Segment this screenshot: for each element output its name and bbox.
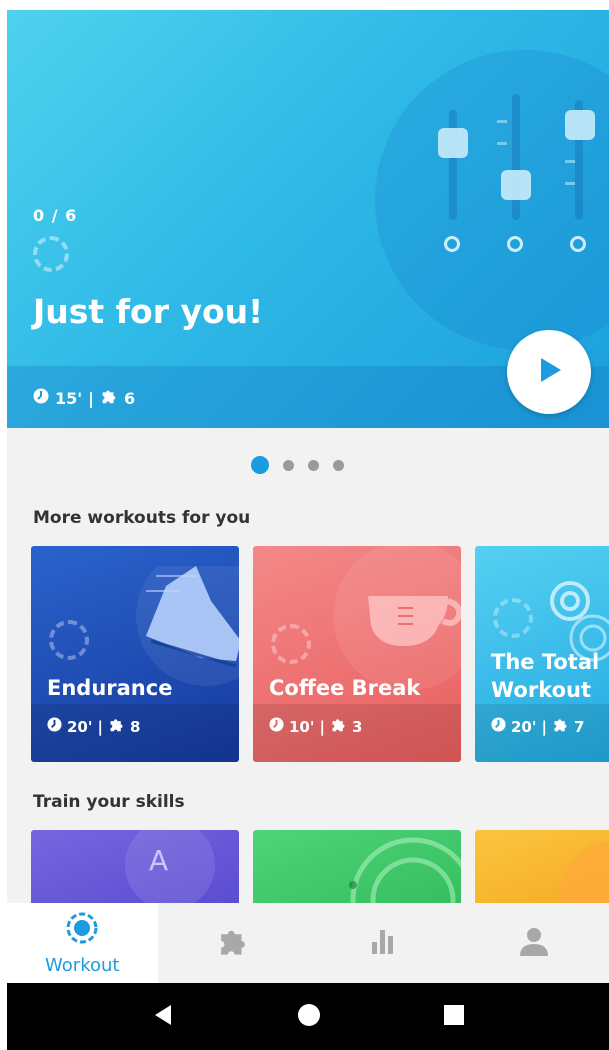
clock-icon	[269, 717, 284, 736]
slider-knob	[501, 170, 531, 200]
app-screen: 0 / 6 Just for you! 15' | 6 More workout…	[7, 10, 609, 1050]
clock-icon	[33, 388, 49, 408]
meta-separator: |	[541, 717, 547, 736]
meta-separator: |	[319, 717, 325, 736]
nav-stats[interactable]	[308, 903, 459, 983]
pager-dot[interactable]	[308, 459, 319, 471]
card-duration: 10'	[289, 717, 315, 736]
workout-card-endurance[interactable]: Endurance 20' | 8	[31, 546, 239, 762]
skill-card[interactable]	[475, 830, 609, 910]
hero-banner[interactable]: 0 / 6 Just for you! 15' | 6	[7, 10, 609, 428]
slider-knob	[438, 128, 468, 158]
stats-icon	[366, 924, 400, 962]
progress-ring	[493, 598, 533, 638]
recents-icon[interactable]	[443, 1004, 465, 1030]
section-title-train-skills: Train your skills	[33, 792, 185, 812]
nav-profile[interactable]	[459, 903, 609, 983]
slider-knob	[565, 110, 595, 140]
progress-ring	[271, 624, 311, 664]
skill-letter: A	[149, 844, 169, 877]
shoe-icon	[136, 566, 239, 686]
puzzle-icon	[552, 716, 569, 737]
puzzle-icon	[100, 387, 118, 409]
workout-card-coffee-break[interactable]: Coffee Break 10' | 3	[253, 546, 461, 762]
puzzle-icon	[216, 924, 250, 962]
hero-decoration	[375, 50, 609, 350]
pager-dot[interactable]	[333, 459, 344, 471]
progress-ring	[33, 236, 69, 272]
card-duration: 20'	[67, 717, 93, 736]
maze-icon	[349, 837, 461, 910]
card-title: The Total Workout	[491, 650, 600, 702]
skill-card[interactable]: A	[31, 830, 239, 910]
nav-games[interactable]	[158, 903, 309, 983]
back-icon[interactable]	[151, 1003, 175, 1031]
nav-workout[interactable]: Workout	[7, 903, 158, 983]
card-meta: 20' | 8	[47, 716, 140, 737]
card-exercise-count: 8	[129, 717, 141, 736]
clock-icon	[491, 717, 506, 736]
hero-duration: 15'	[55, 388, 83, 408]
slider-track	[449, 110, 457, 220]
home-icon[interactable]	[297, 1003, 321, 1031]
carousel-pager	[251, 456, 344, 474]
pager-dot[interactable]	[283, 459, 294, 471]
nav-label-workout: Workout	[45, 954, 120, 976]
card-duration: 20'	[511, 717, 537, 736]
hero-exercise-count: 6	[124, 388, 136, 408]
card-meta: 20' | 7	[491, 716, 584, 737]
clock-icon	[47, 717, 62, 736]
play-button[interactable]	[507, 330, 591, 414]
card-title: Endurance	[47, 676, 173, 700]
puzzle-icon	[108, 716, 125, 737]
hero-title: Just for you!	[33, 292, 264, 331]
card-title: Coffee Break	[269, 676, 421, 700]
card-exercise-count: 3	[351, 717, 363, 736]
meta-separator: |	[88, 388, 95, 408]
pager-dot-active[interactable]	[251, 456, 269, 474]
hero-meta: 15' | 6	[33, 387, 135, 409]
section-title-more-workouts: More workouts for you	[33, 508, 251, 528]
play-icon	[534, 355, 564, 389]
card-exercise-count: 7	[573, 717, 585, 736]
workout-card-total-workout[interactable]: The Total Workout 20' | 7	[475, 546, 609, 762]
progress-ring	[49, 620, 89, 660]
hero-progress: 0 / 6	[33, 206, 78, 225]
slider-track	[512, 94, 520, 220]
meta-separator: |	[97, 717, 103, 736]
skill-card[interactable]	[253, 830, 461, 910]
workout-icon	[65, 911, 99, 949]
puzzle-icon	[330, 716, 347, 737]
card-meta: 10' | 3	[269, 716, 362, 737]
profile-icon	[517, 924, 551, 962]
system-navigation-bar	[7, 983, 609, 1050]
bottom-navigation: Workout	[7, 903, 609, 983]
